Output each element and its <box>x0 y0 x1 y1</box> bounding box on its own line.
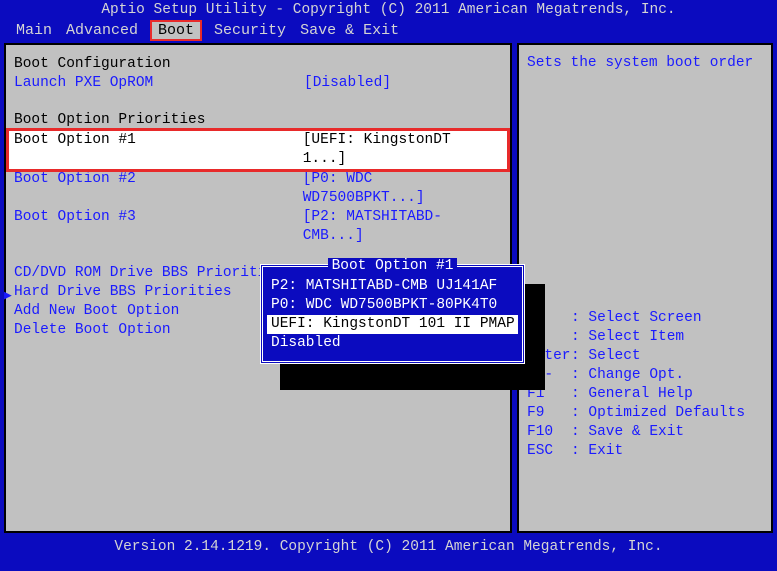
title-bar: Aptio Setup Utility - Copyright (C) 2011… <box>0 0 777 20</box>
help-description: Sets the system boot order <box>527 55 763 71</box>
help-text: : General Help <box>571 385 693 404</box>
boot-option-3-value: [P2: MATSHITABD-CMB...] <box>303 208 502 246</box>
right-panel: Sets the system boot order →←: Select Sc… <box>517 43 773 533</box>
popup-title: Boot Option #1 <box>271 258 514 274</box>
menu-save-exit[interactable]: Save & Exit <box>300 22 399 39</box>
help-row: +/-: Change Opt. <box>527 366 763 385</box>
help-text: : Select Screen <box>571 309 702 328</box>
popup-option[interactable]: P0: WDC WD7500BPKT-80PK4T0 <box>271 296 514 315</box>
help-key: F10 <box>527 423 571 442</box>
popup-option[interactable]: UEFI: KingstonDT 101 II PMAP <box>267 315 518 334</box>
help-text: : Optimized Defaults <box>571 404 745 423</box>
help-row: F10: Save & Exit <box>527 423 763 442</box>
boot-config-heading: Boot Configuration <box>14 55 502 74</box>
help-row: →←: Select Screen <box>527 309 763 328</box>
footer-bar: Version 2.14.1219. Copyright (C) 2011 Am… <box>0 533 777 555</box>
caret-right-icon: ▶ <box>4 288 12 303</box>
boot-option-1-label: Boot Option #1 <box>14 131 303 169</box>
boot-option-3-row[interactable]: Boot Option #3 [P2: MATSHITABD-CMB...] <box>14 208 502 246</box>
boot-option-3-label: Boot Option #3 <box>14 208 303 246</box>
menu-boot[interactable]: Boot <box>152 22 200 39</box>
help-row: Enter: Select <box>527 347 763 366</box>
menu-advanced[interactable]: Advanced <box>66 22 138 39</box>
popup-option[interactable]: Disabled <box>271 334 514 353</box>
help-row: ESC: Exit <box>527 442 763 461</box>
boot-option-2-row[interactable]: Boot Option #2 [P0: WDC WD7500BPKT...] <box>14 170 502 208</box>
launch-pxe-row[interactable]: Launch PXE OpROM [Disabled] <box>14 74 502 93</box>
help-key: F9 <box>527 404 571 423</box>
boot-option-1-value: [UEFI: KingstonDT 1...] <box>303 131 502 169</box>
popup-option[interactable]: P2: MATSHITABD-CMB UJ141AF <box>271 277 514 296</box>
launch-pxe-value: [Disabled] <box>304 74 391 93</box>
boot-option-1-row[interactable]: Boot Option #1 [UEFI: KingstonDT 1...] <box>8 130 508 170</box>
help-text: : Select Item <box>571 328 684 347</box>
help-text: : Select <box>571 347 641 366</box>
help-text: : Save & Exit <box>571 423 684 442</box>
help-row: ↑↓: Select Item <box>527 328 763 347</box>
menu-security[interactable]: Security <box>214 22 286 39</box>
help-text: : Change Opt. <box>571 366 684 385</box>
menu-main[interactable]: Main <box>16 22 52 39</box>
boot-option-popup: Boot Option #1 P2: MATSHITABD-CMB UJ141A… <box>260 264 525 364</box>
workspace: ▶ Boot Configuration Launch PXE OpROM [D… <box>4 43 773 533</box>
help-key: ESC <box>527 442 571 461</box>
launch-pxe-label: Launch PXE OpROM <box>14 74 304 93</box>
boot-option-2-value: [P0: WDC WD7500BPKT...] <box>303 170 502 208</box>
priorities-heading: Boot Option Priorities <box>14 111 502 130</box>
help-text: : Exit <box>571 442 623 461</box>
menu-bar: Main Advanced Boot Security Save & Exit <box>0 20 777 43</box>
help-row: F1: General Help <box>527 385 763 404</box>
boot-option-2-label: Boot Option #2 <box>14 170 303 208</box>
key-help-block: →←: Select Screen↑↓: Select ItemEnter: S… <box>527 309 763 461</box>
help-row: F9: Optimized Defaults <box>527 404 763 423</box>
